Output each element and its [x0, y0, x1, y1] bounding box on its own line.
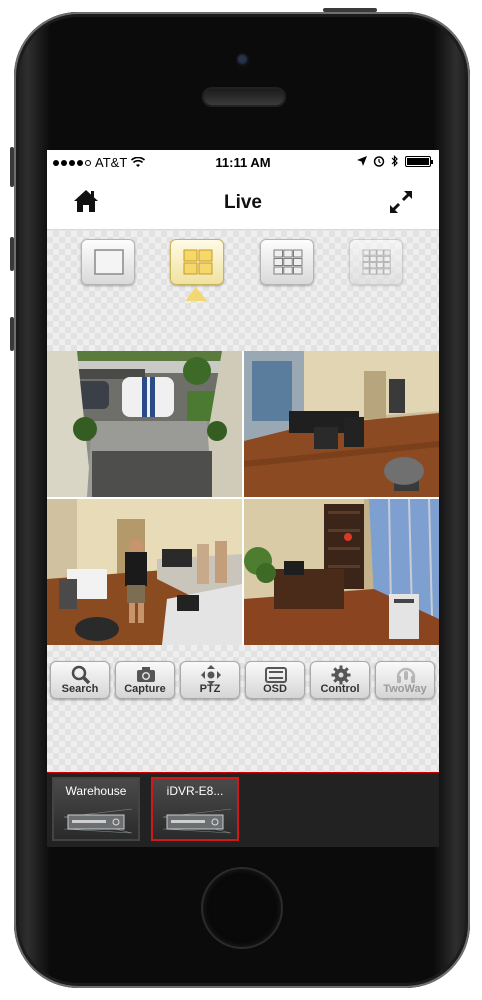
device-name: iDVR-E8...	[166, 784, 224, 798]
camera-grid	[47, 351, 439, 645]
capture-button[interactable]: Capture	[115, 661, 175, 699]
device-item-warehouse[interactable]: Warehouse	[52, 777, 140, 841]
camera-feed-3[interactable]	[47, 499, 242, 645]
page-title: Live	[223, 192, 263, 213]
camera-feed-1[interactable]	[47, 351, 242, 497]
control-toolbar: Search Capture PTZ OSD Control TwoWay	[47, 645, 439, 772]
layout-sixteen-button[interactable]	[349, 239, 403, 285]
bluetooth-icon	[391, 155, 398, 167]
device-item-idvr[interactable]: iDVR-E8...	[151, 777, 239, 841]
ptz-button[interactable]: PTZ	[180, 661, 240, 699]
battery-icon	[405, 155, 433, 167]
power-button	[323, 8, 377, 12]
quad-view-icon	[183, 249, 213, 275]
dvr-icon	[162, 808, 232, 834]
sixteen-view-icon	[362, 249, 391, 275]
home-button[interactable]	[203, 869, 281, 947]
capture-label: Capture	[124, 683, 166, 695]
status-bar: AT&T 11:11 AM	[47, 150, 439, 174]
control-label: Control	[320, 683, 360, 695]
twoway-button[interactable]: TwoWay	[375, 661, 435, 699]
control-button[interactable]: Control	[310, 661, 370, 699]
osd-label: OSD	[263, 683, 287, 695]
layout-selector	[47, 231, 439, 351]
layout-nine-button[interactable]	[260, 239, 314, 285]
nav-bar: Live	[47, 174, 439, 230]
fullscreen-expand-icon[interactable]	[387, 188, 415, 216]
monitor-icon	[265, 667, 287, 683]
camera-feed-4[interactable]	[244, 499, 439, 645]
volume-up-button	[10, 237, 14, 271]
location-arrow-icon	[357, 156, 367, 166]
dvr-icon	[63, 808, 133, 834]
single-view-icon	[94, 249, 124, 275]
layout-quad-button[interactable]	[170, 239, 224, 285]
search-label: Search	[61, 683, 99, 695]
mute-switch	[10, 147, 14, 187]
nine-view-icon	[273, 249, 303, 275]
magnifier-icon	[71, 665, 91, 685]
app-screen: AT&T 11:11 AM Live Search Capture PTZ OS…	[47, 150, 439, 847]
device-name: Warehouse	[65, 784, 127, 798]
camera-icon	[137, 667, 155, 682]
alarm-icon	[373, 156, 385, 167]
device-list: Warehouse iDVR-E8...	[47, 772, 439, 847]
headset-icon	[396, 667, 416, 683]
volume-down-button	[10, 317, 14, 351]
osd-button[interactable]: OSD	[245, 661, 305, 699]
ptz-arrows-icon	[201, 665, 221, 685]
search-button[interactable]: Search	[50, 661, 110, 699]
active-layout-indicator	[185, 287, 207, 301]
camera-feed-2[interactable]	[244, 351, 439, 497]
gear-icon	[331, 665, 351, 685]
ptz-label: PTZ	[199, 683, 221, 695]
twoway-label: TwoWay	[383, 683, 427, 695]
front-camera-icon	[236, 53, 250, 67]
layout-single-button[interactable]	[81, 239, 135, 285]
earpiece-speaker	[204, 89, 284, 105]
